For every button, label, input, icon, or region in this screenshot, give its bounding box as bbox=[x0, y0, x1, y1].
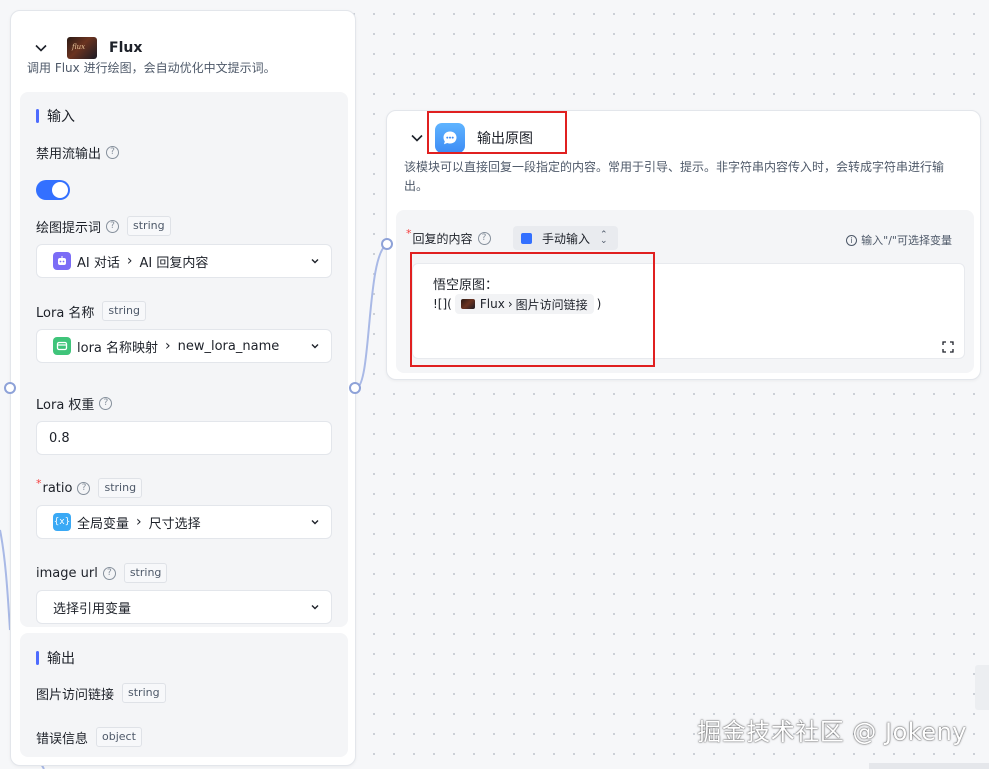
stream-toggle-label-text: 禁用流输出 bbox=[36, 147, 102, 162]
flux-node[interactable]: Flux 调用 Flux 进行绘图，会自动优化中文提示词。 输入 禁用流输出 ?… bbox=[10, 10, 356, 766]
chevron-right-icon: › bbox=[126, 253, 133, 269]
flux-node-header: Flux bbox=[33, 37, 142, 59]
expand-icon[interactable] bbox=[942, 338, 954, 353]
reply-label-text: 回复的内容 bbox=[412, 232, 473, 246]
input-section: 输入 禁用流输出 ? 绘图提示词 ? string AI 对话 › AI 回复内… bbox=[20, 92, 348, 627]
section-accent-bar bbox=[36, 109, 39, 123]
help-icon[interactable]: ? bbox=[106, 146, 120, 159]
chevron-down-icon bbox=[309, 601, 321, 613]
output-item-label: 错误信息 bbox=[36, 731, 89, 747]
lora-name-value: new_lora_name bbox=[177, 338, 280, 354]
type-tag: string bbox=[122, 683, 166, 703]
ratio-label-text: ratio bbox=[42, 480, 73, 496]
chevron-right-icon: › bbox=[165, 338, 171, 354]
output-node-input-handle[interactable] bbox=[381, 238, 393, 250]
prompt-select[interactable]: AI 对话 › AI 回复内容 bbox=[36, 244, 332, 278]
type-tag: string bbox=[98, 478, 143, 498]
lora-weight-input[interactable]: 0.8 bbox=[36, 421, 332, 455]
variable-hint-text: 输入"/"可选择变量 bbox=[861, 234, 952, 247]
chevron-down-icon bbox=[309, 516, 321, 528]
output-item: 错误信息 object bbox=[36, 727, 142, 747]
flux-input-handle[interactable] bbox=[4, 382, 16, 394]
prompt-label: 绘图提示词 ? string bbox=[36, 216, 171, 236]
output-item: 图片访问链接 string bbox=[36, 683, 166, 703]
help-icon[interactable]: ? bbox=[77, 481, 91, 495]
prompt-value: AI 回复内容 bbox=[139, 255, 209, 271]
chevron-down-icon bbox=[309, 255, 321, 267]
flux-node-description: 调用 Flux 进行绘图，会自动优化中文提示词。 bbox=[27, 61, 276, 75]
prompt-label-text: 绘图提示词 bbox=[36, 220, 102, 236]
ratio-select[interactable]: {x} 全局变量 › 尺寸选择 bbox=[36, 505, 332, 539]
lora-weight-label: Lora 权重 ? bbox=[36, 394, 113, 413]
chevron-down-icon[interactable] bbox=[33, 40, 49, 56]
type-tag: string bbox=[102, 301, 146, 321]
section-accent-bar bbox=[36, 651, 39, 665]
highlight-box bbox=[427, 111, 567, 154]
flux-node-title: Flux bbox=[109, 40, 143, 56]
watermark: 掘金技术社区 @ Jokeny bbox=[697, 718, 967, 746]
lora-name-label-text: Lora 名称 bbox=[36, 305, 95, 321]
chevron-down-icon[interactable] bbox=[409, 130, 425, 146]
edge-flux-to-output bbox=[355, 243, 389, 389]
output-section-title-text: 输出 bbox=[47, 651, 75, 667]
ratio-label: * ratio ? string bbox=[36, 476, 143, 498]
image-url-label-text: image url bbox=[36, 565, 98, 581]
prompt-source: AI 对话 bbox=[77, 255, 120, 271]
variable-hint: i 输入"/"可选择变量 bbox=[846, 232, 952, 248]
variable-icon: {x} bbox=[53, 513, 71, 531]
required-mark: * bbox=[406, 227, 412, 240]
input-mode-value: 手动输入 bbox=[542, 231, 591, 246]
type-tag: string bbox=[123, 563, 168, 583]
ratio-source: 全局变量 bbox=[77, 516, 130, 532]
lora-name-label: Lora 名称 string bbox=[36, 301, 146, 321]
output-section-title: 输出 bbox=[36, 648, 75, 668]
canvas-toolbar-strip bbox=[869, 763, 989, 769]
output-section: 输出 图片访问链接 string 错误信息 object bbox=[20, 633, 348, 757]
help-icon[interactable]: ? bbox=[99, 397, 113, 410]
stream-toggle[interactable] bbox=[36, 180, 70, 200]
required-mark: * bbox=[36, 476, 42, 490]
robot-icon bbox=[53, 252, 71, 270]
edge-incoming-left bbox=[0, 529, 11, 631]
output-item-label: 图片访问链接 bbox=[36, 687, 115, 703]
type-tag: object bbox=[96, 727, 142, 747]
image-url-label: image url ? string bbox=[36, 563, 168, 583]
chevron-down-icon bbox=[309, 340, 321, 352]
image-url-select[interactable]: 选择引用变量 bbox=[36, 590, 332, 624]
lora-weight-label-text: Lora 权重 bbox=[36, 398, 95, 413]
stream-toggle-label: 禁用流输出 ? bbox=[36, 143, 120, 162]
flux-output-handle[interactable] bbox=[349, 382, 361, 394]
help-icon[interactable]: ? bbox=[477, 232, 491, 245]
help-icon[interactable]: ? bbox=[106, 219, 120, 233]
lora-name-source: lora 名称映射 bbox=[77, 340, 159, 356]
ratio-value: 尺寸选择 bbox=[148, 516, 201, 532]
type-tag: string bbox=[127, 216, 171, 236]
lora-weight-value: 0.8 bbox=[49, 430, 70, 446]
manual-input-icon bbox=[521, 232, 532, 244]
input-mode-select[interactable]: 手动输入 ⌃ ⌄ bbox=[513, 226, 618, 250]
image-url-placeholder: 选择引用变量 bbox=[53, 601, 132, 617]
highlight-box bbox=[410, 252, 655, 367]
flux-thumbnail-icon bbox=[67, 37, 97, 59]
input-section-title-text: 输入 bbox=[47, 109, 75, 125]
minimap-handle[interactable] bbox=[975, 665, 989, 710]
mapping-icon bbox=[53, 337, 71, 355]
up-down-icon: ⌃ ⌄ bbox=[600, 230, 608, 246]
info-icon: i bbox=[846, 234, 858, 246]
reply-label: * 回复的内容 ? bbox=[406, 227, 491, 247]
workflow-canvas[interactable]: Flux 调用 Flux 进行绘图，会自动优化中文提示词。 输入 禁用流输出 ?… bbox=[0, 0, 989, 769]
output-node-description: 该模块可以直接回复一段指定的内容。常用于引导、提示。非字符串内容传入时，会转成字… bbox=[404, 160, 945, 193]
help-icon[interactable]: ? bbox=[102, 566, 116, 580]
lora-name-select[interactable]: lora 名称映射 › new_lora_name bbox=[36, 329, 332, 363]
chevron-right-icon: › bbox=[136, 514, 142, 530]
input-section-title: 输入 bbox=[36, 106, 75, 126]
